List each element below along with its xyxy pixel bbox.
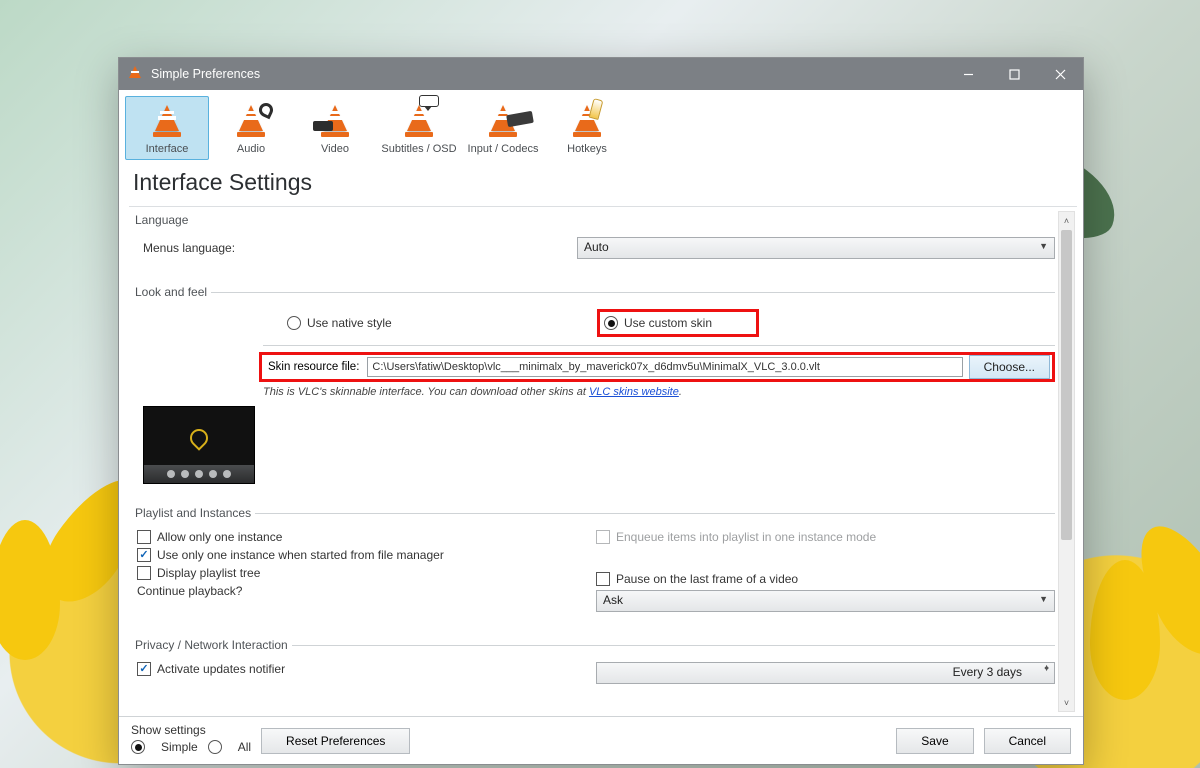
continue-playback-label: Continue playback? xyxy=(137,584,242,598)
page-heading: Interface Settings xyxy=(119,161,1083,206)
group-look-and-feel: Look and feel Use native style Use custo… xyxy=(137,285,1055,496)
display-playlist-tree-checkbox[interactable] xyxy=(137,566,151,580)
tab-label: Hotkeys xyxy=(548,143,626,155)
use-native-style-label: Use native style xyxy=(307,316,392,330)
enqueue-items-label: Enqueue items into playlist in one insta… xyxy=(616,530,876,544)
activate-updates-label: Activate updates notifier xyxy=(157,662,285,676)
use-custom-skin-radio[interactable] xyxy=(604,316,618,330)
vlc-cone-icon xyxy=(127,66,143,82)
skin-preview-thumbnail xyxy=(143,406,255,484)
tab-label: Video xyxy=(296,143,374,155)
menus-language-label: Menus language: xyxy=(137,241,297,255)
tab-input-codecs[interactable]: Input / Codecs xyxy=(461,96,545,160)
allow-one-instance-label: Allow only one instance xyxy=(157,530,282,544)
settings-scroll-area[interactable]: Language Menus language: Auto Look and f… xyxy=(129,206,1077,716)
skin-logo-icon xyxy=(186,425,211,450)
skin-resource-input[interactable] xyxy=(367,357,962,377)
one-instance-file-manager-checkbox[interactable] xyxy=(137,548,151,562)
scroll-down-arrow[interactable]: ˅ xyxy=(1059,694,1074,711)
group-legend: Playlist and Instances xyxy=(135,506,255,520)
footer: Show settings Simple All Reset Preferenc… xyxy=(119,716,1083,764)
show-settings-simple-radio[interactable] xyxy=(131,740,145,754)
one-instance-file-manager-label: Use only one instance when started from … xyxy=(157,548,444,562)
use-custom-skin-label: Use custom skin xyxy=(624,316,712,330)
continue-playback-select[interactable]: Ask xyxy=(596,590,1055,612)
group-legend: Privacy / Network Interaction xyxy=(135,638,292,652)
highlight-skin-resource-row: Skin resource file: Choose... xyxy=(259,352,1055,382)
tab-label: Audio xyxy=(212,143,290,155)
tab-hotkeys[interactable]: Hotkeys xyxy=(545,96,629,160)
activate-updates-checkbox[interactable] xyxy=(137,662,151,676)
tab-video[interactable]: Video xyxy=(293,96,377,160)
menus-language-select[interactable]: Auto xyxy=(577,237,1055,259)
group-language: Language Menus language: Auto xyxy=(137,213,1055,275)
highlight-custom-skin: Use custom skin xyxy=(597,309,759,337)
vlc-skins-website-link[interactable]: VLC skins website xyxy=(589,386,679,398)
skin-note: This is VLC's skinnable interface. You c… xyxy=(137,382,1055,398)
group-legend: Language xyxy=(135,213,192,227)
titlebar[interactable]: Simple Preferences xyxy=(119,58,1083,90)
scroll-up-arrow[interactable]: ˄ xyxy=(1059,212,1074,229)
tab-subtitles-osd[interactable]: Subtitles / OSD xyxy=(377,96,461,160)
show-settings-all-radio[interactable] xyxy=(208,740,222,754)
pause-last-frame-label: Pause on the last frame of a video xyxy=(616,572,798,586)
choose-skin-button[interactable]: Choose... xyxy=(969,355,1050,379)
minimize-button[interactable] xyxy=(945,58,991,90)
display-playlist-tree-label: Display playlist tree xyxy=(157,566,260,580)
pause-last-frame-checkbox[interactable] xyxy=(596,572,610,586)
close-button[interactable] xyxy=(1037,58,1083,90)
update-interval-spinner[interactable]: Every 3 days xyxy=(596,662,1055,684)
save-button[interactable]: Save xyxy=(896,728,973,754)
tab-interface[interactable]: Interface xyxy=(125,96,209,160)
reset-preferences-button[interactable]: Reset Preferences xyxy=(261,728,410,754)
group-playlist-instances: Playlist and Instances Allow only one in… xyxy=(137,506,1055,628)
cancel-button[interactable]: Cancel xyxy=(984,728,1071,754)
preferences-window: Simple Preferences Interface Audio Video… xyxy=(118,57,1084,765)
tab-audio[interactable]: Audio xyxy=(209,96,293,160)
tab-label: Subtitles / OSD xyxy=(380,143,458,155)
group-legend: Look and feel xyxy=(135,285,211,299)
use-native-style-radio[interactable] xyxy=(287,316,301,330)
window-title: Simple Preferences xyxy=(151,67,260,81)
scroll-thumb[interactable] xyxy=(1061,230,1072,540)
skin-resource-label: Skin resource file: xyxy=(264,361,361,373)
enqueue-items-checkbox xyxy=(596,530,610,544)
tab-label: Interface xyxy=(128,143,206,155)
skin-controls-bar xyxy=(144,465,254,483)
category-tabs: Interface Audio Video Subtitles / OSD In… xyxy=(119,90,1083,161)
maximize-button[interactable] xyxy=(991,58,1037,90)
vertical-scrollbar[interactable]: ˄ ˅ xyxy=(1058,211,1075,712)
show-settings-label: Show settings xyxy=(131,723,251,737)
tab-label: Input / Codecs xyxy=(464,143,542,155)
show-settings-all-label: All xyxy=(238,740,251,754)
group-privacy-network: Privacy / Network Interaction Activate u… xyxy=(137,638,1055,690)
allow-one-instance-checkbox[interactable] xyxy=(137,530,151,544)
show-settings-simple-label: Simple xyxy=(161,740,198,754)
